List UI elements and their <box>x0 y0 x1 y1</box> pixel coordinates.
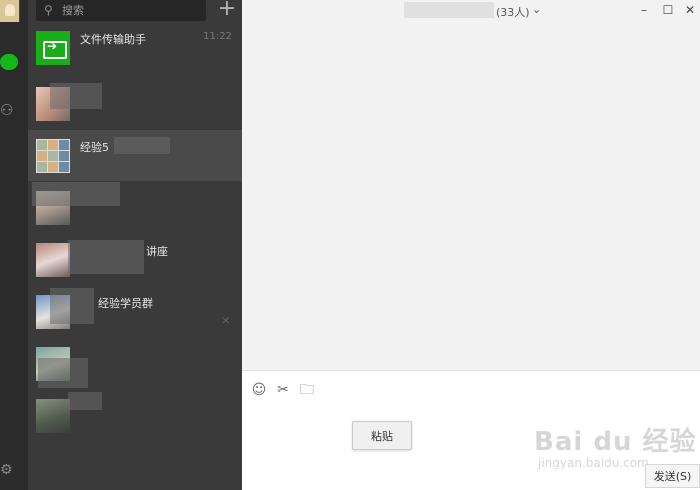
scissors-icon[interactable]: ✂ <box>274 381 292 399</box>
chat-item-name: 经验学员群 <box>98 297 153 310</box>
chat-item-name: 讲座 <box>146 245 168 258</box>
chat-item[interactable] <box>28 182 242 233</box>
chat-item[interactable] <box>28 390 242 441</box>
redaction-blur <box>50 83 102 109</box>
redaction-blur <box>32 182 120 206</box>
add-chat-button[interactable]: + <box>216 0 238 21</box>
watermark-brand: Bai du 经验 <box>534 427 697 457</box>
chat-main: (33人) ⌄ – ☐ ✕ ☺ ✂ 🗀 粘贴 Bai du 经验 jingyan… <box>242 0 700 490</box>
chat-list-panel: ⚲ + 文件传输助手 11:22 经验5 讲座 经验学员群 ✕ <box>28 0 242 490</box>
group-avatar <box>36 139 70 173</box>
emoji-icon[interactable]: ☺ <box>250 381 268 399</box>
chat-item-time: 11:22 <box>203 31 232 42</box>
paste-button[interactable]: 粘贴 <box>352 421 412 450</box>
redaction-blur <box>38 358 88 388</box>
minimize-icon[interactable]: – <box>636 2 652 18</box>
chat-item-name: 经验5 <box>80 141 109 154</box>
chevron-down-icon[interactable]: ⌄ <box>532 3 541 16</box>
baidu-watermark: Bai du 经验 jingyan.baidu.com <box>534 421 697 470</box>
settings-icon[interactable]: ⚙ <box>0 462 16 478</box>
chat-item[interactable] <box>28 78 242 129</box>
maximize-icon[interactable]: ☐ <box>660 2 676 18</box>
chat-header: (33人) ⌄ – ☐ ✕ <box>242 0 700 22</box>
message-input-area[interactable]: ☺ ✂ 🗀 粘贴 Bai du 经验 jingyan.baidu.com 发送(… <box>242 370 700 490</box>
chat-item-selected[interactable]: 经验5 <box>28 130 242 181</box>
file-transfer-icon <box>36 31 70 65</box>
group-avatar <box>36 243 70 277</box>
search-input[interactable] <box>62 0 202 21</box>
redaction-blur <box>68 392 102 410</box>
group-avatar <box>36 399 70 433</box>
chat-item-file-transfer[interactable]: 文件传输助手 11:22 <box>28 22 242 73</box>
search-icon: ⚲ <box>44 3 53 17</box>
redaction-blur <box>404 2 494 18</box>
close-icon[interactable]: ✕ <box>682 2 698 18</box>
chat-member-count: (33人) <box>496 6 530 19</box>
chat-item-name: 文件传输助手 <box>80 33 146 46</box>
contacts-icon[interactable]: ⚇ <box>0 100 18 120</box>
chat-item[interactable]: 经验学员群 ✕ <box>28 286 242 337</box>
chat-item[interactable] <box>28 338 242 389</box>
folder-icon[interactable]: 🗀 <box>298 381 316 399</box>
redaction-blur <box>68 240 144 274</box>
chat-icon[interactable] <box>0 54 18 70</box>
user-avatar[interactable] <box>0 0 20 22</box>
redaction-blur <box>50 288 94 324</box>
mute-icon: ✕ <box>221 316 230 327</box>
chat-item[interactable]: 讲座 <box>28 234 242 285</box>
send-button[interactable]: 发送(S) <box>645 464 700 488</box>
search-box[interactable]: ⚲ <box>36 0 206 21</box>
redaction-blur <box>114 137 170 154</box>
icon-rail: ⚇ ⚙ <box>0 0 28 490</box>
